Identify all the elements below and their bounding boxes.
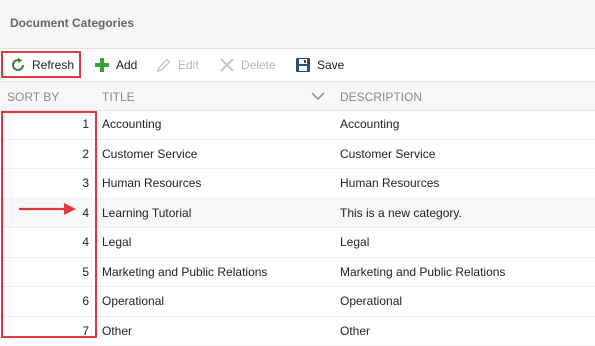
- sort-cell: 7: [0, 324, 89, 338]
- edit-label: Edit: [178, 58, 199, 72]
- title-cell: Other: [102, 324, 132, 338]
- arrow-right-icon: [18, 202, 78, 216]
- title-cell: Customer Service: [102, 147, 197, 161]
- table-row[interactable]: 7 Other Other: [0, 317, 595, 346]
- title-cell: Human Resources: [102, 176, 201, 190]
- sort-cell: 2: [0, 147, 89, 161]
- delete-label: Delete: [241, 58, 276, 72]
- sort-cell: 4: [0, 235, 89, 249]
- description-cell: Accounting: [340, 117, 399, 131]
- sort-cell: 1: [0, 117, 89, 131]
- add-label: Add: [116, 58, 137, 72]
- refresh-button[interactable]: Refresh: [10, 53, 74, 77]
- title-column-header[interactable]: TITLE: [102, 90, 135, 104]
- sort-cell: 3: [0, 176, 89, 190]
- title-cell: Marketing and Public Relations: [102, 265, 267, 279]
- table-row[interactable]: 4 Learning Tutorial This is a new catego…: [0, 199, 595, 229]
- table-row[interactable]: 6 Operational Operational: [0, 287, 595, 317]
- table-row[interactable]: 4 Legal Legal: [0, 228, 595, 258]
- column-header-row: SORT BY TITLE DESCRIPTION: [0, 82, 595, 111]
- table-row[interactable]: 2 Customer Service Customer Service: [0, 140, 595, 170]
- description-cell: Operational: [340, 294, 402, 308]
- delete-button[interactable]: Delete: [219, 53, 276, 77]
- save-icon: [295, 57, 311, 73]
- sort-cell: 6: [0, 294, 89, 308]
- title-cell: Legal: [102, 235, 131, 249]
- table-row[interactable]: 1 Accounting Accounting: [0, 110, 595, 140]
- description-cell: Other: [340, 324, 370, 338]
- title-cell: Learning Tutorial: [102, 206, 191, 220]
- description-column-header[interactable]: DESCRIPTION: [340, 90, 422, 104]
- category-table: 1 Accounting Accounting 2 Customer Servi…: [0, 110, 595, 346]
- sort-cell: 5: [0, 265, 89, 279]
- save-button[interactable]: Save: [295, 53, 344, 77]
- description-cell: Legal: [340, 235, 369, 249]
- refresh-label: Refresh: [32, 58, 74, 72]
- description-cell: Customer Service: [340, 147, 435, 161]
- add-icon: [94, 57, 110, 73]
- description-cell: Human Resources: [340, 176, 439, 190]
- delete-icon: [219, 57, 235, 73]
- page-title: Document Categories: [10, 16, 134, 30]
- save-label: Save: [317, 58, 344, 72]
- table-row[interactable]: 3 Human Resources Human Resources: [0, 169, 595, 199]
- chevron-down-icon[interactable]: [310, 90, 326, 102]
- sort-by-column-header[interactable]: SORT BY: [7, 90, 59, 104]
- title-cell: Operational: [102, 294, 164, 308]
- panel-header: Document Categories: [0, 0, 595, 49]
- edit-button[interactable]: Edit: [156, 53, 199, 77]
- refresh-icon: [10, 57, 26, 73]
- description-cell: Marketing and Public Relations: [340, 265, 505, 279]
- toolbar: Refresh Add Edit Delete: [0, 49, 595, 82]
- description-cell: This is a new category.: [340, 206, 462, 220]
- table-row[interactable]: 5 Marketing and Public Relations Marketi…: [0, 258, 595, 288]
- title-cell: Accounting: [102, 117, 161, 131]
- add-button[interactable]: Add: [94, 53, 137, 77]
- edit-icon: [156, 57, 172, 73]
